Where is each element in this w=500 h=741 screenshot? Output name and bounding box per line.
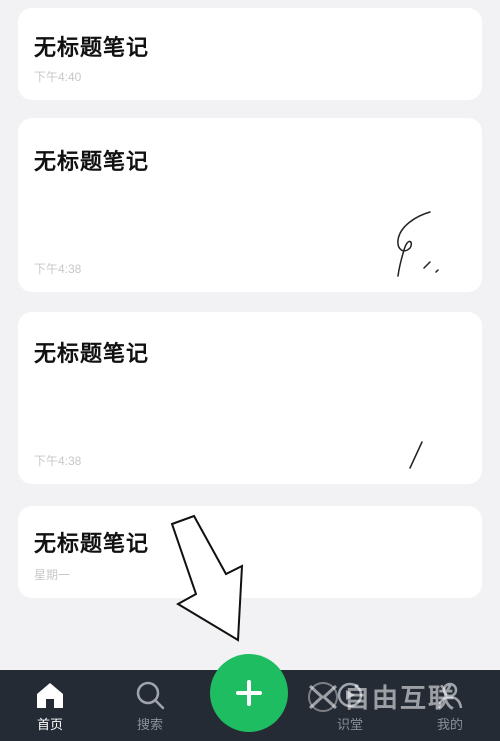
watermark-logo-icon: [308, 681, 338, 712]
tab-search[interactable]: 搜索: [110, 670, 190, 741]
handwriting-sketch: [397, 211, 439, 277]
tab-profile-label: 我的: [436, 717, 463, 732]
note-title: 无标题笔记: [34, 531, 150, 556]
note-card[interactable]: 无标题笔记 星期一: [18, 506, 482, 598]
annotation-arrow: [170, 514, 244, 642]
note-title: 无标题笔记: [34, 149, 150, 174]
note-time: 下午4:38: [34, 454, 82, 468]
note-time: 星期一: [34, 568, 71, 582]
note-card[interactable]: 无标题笔记 下午4:40: [18, 8, 482, 100]
tab-search-label: 搜索: [136, 717, 163, 732]
note-card[interactable]: 无标题笔记 下午4:38: [18, 312, 482, 484]
home-icon: [37, 683, 63, 708]
note-title: 无标题笔记: [34, 341, 150, 366]
plus-icon: [236, 680, 262, 706]
note-card[interactable]: 无标题笔记 下午4:38: [18, 118, 482, 292]
note-title: 无标题笔记: [34, 35, 150, 60]
tab-home-label: 首页: [36, 717, 63, 732]
tab-home[interactable]: 首页: [10, 670, 90, 741]
handwriting-sketch: [409, 441, 423, 469]
note-time: 下午4:38: [34, 262, 82, 276]
add-note-button[interactable]: [210, 654, 288, 732]
search-icon: [136, 681, 165, 710]
watermark: 自由互联: [306, 678, 456, 715]
note-time: 下午4:40: [34, 70, 82, 84]
tab-classroom-label: 识堂: [336, 717, 363, 732]
watermark-text: 自由互联: [344, 683, 457, 713]
